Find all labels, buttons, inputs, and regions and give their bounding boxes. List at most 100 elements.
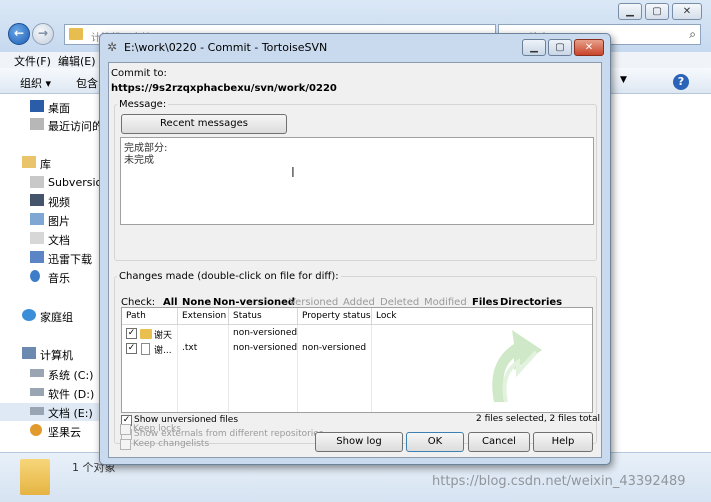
dialog-close-button[interactable]: ✕ [574, 39, 604, 56]
nav-documents[interactable]: 文档 [22, 230, 100, 248]
nav-videos[interactable]: 视频 [22, 192, 100, 210]
nav-documents-label: 文档 [48, 234, 70, 247]
jianguoyun-icon [30, 424, 42, 436]
file-icon [141, 343, 150, 355]
file-extension: .txt [182, 343, 198, 353]
homegroup-icon [22, 309, 36, 321]
drive-icon [30, 369, 44, 377]
download-icon [30, 251, 44, 263]
column-header-path[interactable]: Path [122, 308, 178, 325]
close-button[interactable]: ✕ [672, 3, 702, 20]
cancel-button[interactable]: Cancel [468, 432, 530, 452]
video-icon [30, 194, 44, 206]
nav-drive-c[interactable]: 系统 (C:) [22, 365, 100, 383]
file-path: 谢... [154, 346, 172, 356]
nav-videos-label: 视频 [48, 196, 70, 209]
forward-arrow-icon: → [37, 26, 49, 40]
nav-subversion-label: Subversio [48, 176, 103, 189]
pictures-icon [30, 213, 44, 225]
nav-thunder[interactable]: 迅雷下载 [22, 249, 100, 267]
library-icon [22, 156, 36, 168]
nav-libraries-label: 库 [40, 158, 51, 171]
row-checkbox[interactable]: ✓ [126, 328, 137, 339]
nav-pictures[interactable]: 图片 [22, 211, 100, 229]
back-arrow-icon: ← [13, 26, 25, 40]
documents-icon [30, 232, 44, 244]
nav-subversion[interactable]: Subversio [22, 174, 103, 192]
nav-drive-d[interactable]: 软件 (D:) [22, 384, 100, 402]
changes-list[interactable]: Path Extension Status Property status Lo… [121, 307, 593, 413]
nav-drive-e[interactable]: 文档 (E:) [0, 403, 100, 421]
minimize-button[interactable]: ▁ [618, 3, 642, 20]
dialog-titlebar[interactable]: ✲ E:\work\0220 - Commit - TortoiseSVN ▁ … [100, 34, 610, 60]
nav-homegroup-label: 家庭组 [40, 311, 73, 324]
maximize-button[interactable]: ▢ [645, 3, 669, 20]
dialog-body: Commit to: https://9s2rzqxphacbexu/svn/w… [108, 62, 602, 458]
file-status: non-versioned [233, 328, 298, 338]
navigation-pane: 桌面 最近访问的 库 Subversio 视频 图片 文档 迅雷下载 音乐 家庭… [0, 95, 103, 452]
commit-to-label: Commit to: [111, 68, 167, 79]
nav-jianguoyun[interactable]: 坚果云 [22, 422, 100, 440]
tortoisesvn-icon: ✲ [107, 40, 118, 54]
column-header-property-status[interactable]: Property status [298, 308, 372, 325]
nav-desktop[interactable]: 桌面 [22, 98, 100, 116]
file-property-status: non-versioned [302, 343, 367, 353]
nav-drive-c-label: 系统 (C:) [48, 369, 94, 382]
drive-icon [30, 388, 44, 396]
text-cursor-icon: I [291, 166, 295, 181]
table-row[interactable]: ✓ 谢... .txt non-versioned non-versioned [122, 342, 592, 356]
computer-icon [22, 347, 36, 359]
message-label: Message: [117, 99, 169, 110]
nav-computer[interactable]: 计算机 [22, 345, 100, 363]
help-button[interactable]: Help [533, 432, 593, 452]
selection-summary: 2 files selected, 2 files total [476, 414, 600, 424]
dialog-maximize-button[interactable]: ▢ [548, 39, 572, 56]
include-button[interactable]: 包含 [76, 75, 98, 91]
view-dropdown-icon[interactable]: ▼ [620, 75, 627, 85]
dialog-minimize-button[interactable]: ▁ [522, 39, 546, 56]
menu-file[interactable]: 文件(F) [14, 53, 51, 69]
drive-icon [30, 407, 44, 415]
folder-icon [69, 28, 83, 40]
commit-dialog: ✲ E:\work\0220 - Commit - TortoiseSVN ▁ … [99, 33, 611, 465]
show-log-button[interactable]: Show log [315, 432, 403, 452]
changes-label: Changes made (double-click on file for d… [117, 271, 341, 282]
message-line: 未完成 [124, 155, 154, 166]
nav-recent[interactable]: 最近访问的 [22, 116, 103, 134]
column-header-lock[interactable]: Lock [372, 308, 592, 325]
folder-icon [140, 329, 152, 339]
nav-music-label: 音乐 [48, 272, 70, 285]
keep-locks-checkbox [120, 424, 131, 435]
folder-icon [20, 459, 50, 495]
file-status: non-versioned [233, 343, 298, 353]
desktop-icon [30, 100, 44, 112]
keep-locks-label: Keep locks [133, 424, 181, 434]
keep-changelists-checkbox [120, 439, 131, 450]
help-icon[interactable]: ? [673, 74, 689, 90]
recent-messages-button[interactable]: Recent messages [121, 114, 287, 134]
column-header-extension[interactable]: Extension [178, 308, 229, 325]
nav-pictures-label: 图片 [48, 215, 70, 228]
back-button[interactable]: ← [8, 23, 30, 45]
column-header-status[interactable]: Status [229, 308, 298, 325]
music-icon [30, 270, 40, 282]
nav-drive-d-label: 软件 (D:) [48, 388, 95, 401]
watermark: https://blog.csdn.net/weixin_43392489 [432, 474, 686, 489]
nav-thunder-label: 迅雷下载 [48, 253, 92, 266]
nav-libraries[interactable]: 库 [22, 154, 100, 172]
commit-url: https://9s2rzqxphacbexu/svn/work/0220 [111, 83, 337, 94]
ok-button[interactable]: OK [406, 432, 464, 452]
organize-button[interactable]: 组织 ▾ [20, 75, 51, 91]
nav-music[interactable]: 音乐 [22, 268, 100, 286]
nav-homegroup[interactable]: 家庭组 [22, 307, 100, 325]
row-checkbox[interactable]: ✓ [126, 343, 137, 354]
menu-edit[interactable]: 编辑(E) [58, 53, 96, 69]
table-row[interactable]: ✓ 谢天 non-versioned [122, 327, 592, 341]
message-textarea[interactable]: 完成部分: 未完成 I [120, 137, 594, 225]
forward-button[interactable]: → [32, 23, 54, 45]
dialog-title: E:\work\0220 - Commit - TortoiseSVN [124, 41, 328, 54]
file-path: 谢天 [154, 331, 173, 341]
keep-changelists-label: Keep changelists [133, 439, 210, 449]
nav-drive-e-label: 文档 (E:) [48, 407, 93, 420]
recent-places-icon [30, 118, 44, 130]
